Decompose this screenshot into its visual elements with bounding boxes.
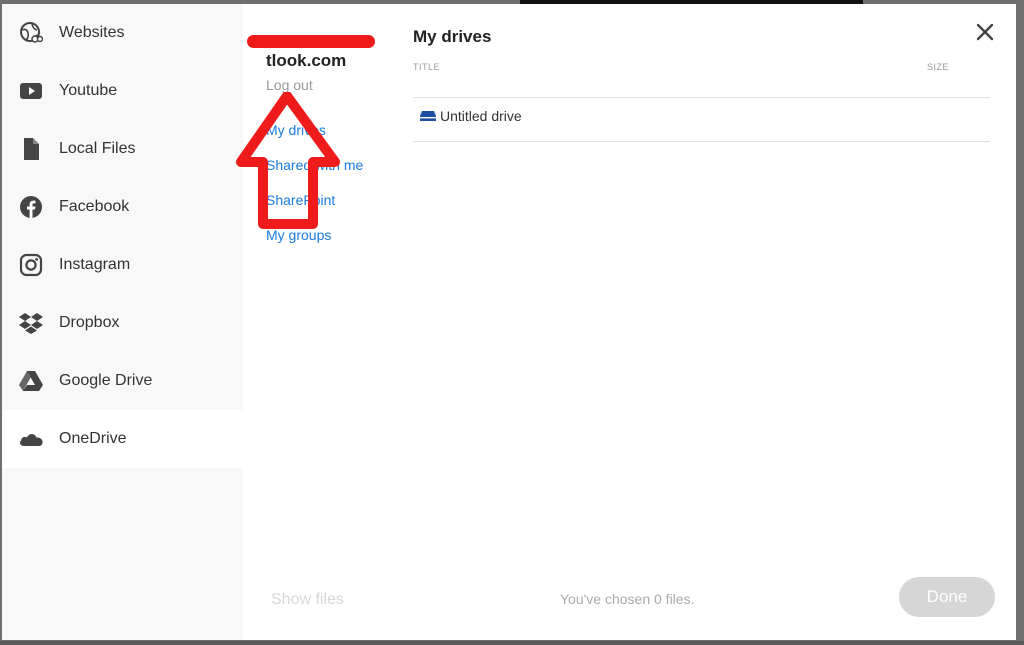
sidebar-item-dropbox[interactable]: Dropbox <box>2 294 243 352</box>
logout-link[interactable]: Log out <box>266 77 313 93</box>
selection-status: You've chosen 0 files. <box>560 591 695 607</box>
sidebar-item-label: Dropbox <box>59 314 120 331</box>
sidebar-item-label: Websites <box>59 24 125 41</box>
youtube-icon <box>18 78 44 104</box>
globe-icon <box>18 20 44 46</box>
sidebar-item-label: Youtube <box>59 82 118 99</box>
account-name: tlook.com <box>266 51 347 70</box>
annotation-arrow-icon <box>236 92 340 229</box>
dropbox-icon <box>18 310 44 336</box>
row-divider <box>413 141 990 142</box>
column-header-title[interactable]: TITLE <box>413 62 440 72</box>
close-icon <box>976 23 994 41</box>
sidebar-item-instagram[interactable]: Instagram <box>2 236 243 294</box>
google-drive-icon <box>18 368 44 394</box>
sidebar-item-facebook[interactable]: Facebook <box>2 178 243 236</box>
sidebar-item-label: Facebook <box>59 198 130 215</box>
sidebar-item-onedrive[interactable]: OneDrive <box>2 410 243 468</box>
sidebar-item-youtube[interactable]: Youtube <box>2 62 243 120</box>
show-files-button[interactable]: Show files <box>271 591 344 609</box>
file-icon <box>18 136 44 162</box>
column-header-size[interactable]: SIZE <box>927 62 949 72</box>
source-sidebar: Websites Youtube Local Files Facebook In… <box>2 4 243 640</box>
sidebar-item-websites[interactable]: Websites <box>2 4 243 62</box>
sidebar-item-label: OneDrive <box>59 430 127 447</box>
sidebar-item-google-drive[interactable]: Google Drive <box>2 352 243 410</box>
sidebar-item-label: Google Drive <box>59 372 153 389</box>
done-button[interactable]: Done <box>899 577 995 617</box>
drive-icon <box>419 109 437 127</box>
drive-name: Untitled drive <box>440 108 522 124</box>
backdrop-bottom <box>0 641 1024 645</box>
sidebar-item-local-files[interactable]: Local Files <box>2 120 243 178</box>
facebook-icon <box>18 194 44 220</box>
close-button[interactable] <box>972 19 998 45</box>
page-title: My drives <box>413 27 492 46</box>
instagram-icon <box>18 252 44 278</box>
redaction-mark <box>247 35 375 48</box>
table-row[interactable]: Untitled drive <box>413 94 990 137</box>
sidebar-item-label: Instagram <box>59 256 131 273</box>
sidebar-item-label: Local Files <box>59 140 136 157</box>
onedrive-icon <box>18 426 44 452</box>
